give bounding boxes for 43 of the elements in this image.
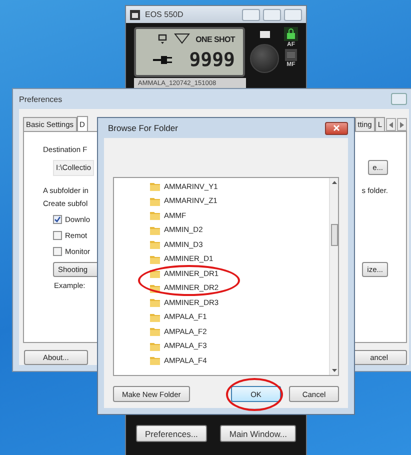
folder-icon [150, 355, 160, 366]
shutter-button[interactable] [250, 44, 279, 73]
folder-icon [150, 196, 160, 206]
folder-icon [150, 210, 160, 220]
minimize-button[interactable] [242, 8, 260, 20]
down-arrow-icon [332, 369, 336, 372]
close-icon [333, 125, 340, 131]
window-button[interactable]: Preferences... [136, 425, 207, 442]
annotation-ellipse [226, 378, 283, 411]
scroll-right-button[interactable] [397, 118, 407, 131]
checkbox[interactable] [53, 231, 62, 240]
maximize-button[interactable] [263, 8, 281, 20]
indicator-light [260, 31, 270, 38]
window-button[interactable]: Main Window... [220, 425, 296, 442]
af-mode: ONE SHOT [196, 34, 235, 44]
checkbox[interactable] [53, 215, 62, 224]
frame-icon [158, 34, 168, 44]
folder-icon [150, 326, 160, 336]
scrollbar[interactable] [329, 178, 338, 375]
lock-icon[interactable] [284, 27, 298, 41]
camera-icon [130, 10, 140, 20]
window-title: Preferences [19, 94, 62, 104]
scroll-left-button[interactable] [386, 118, 396, 131]
folder-icon [150, 181, 160, 192]
left-arrow-icon [389, 122, 393, 128]
folder-icon [150, 297, 160, 308]
folder-icon [150, 268, 160, 278]
shots-remaining: 9999 [189, 49, 235, 71]
up-arrow-icon [332, 181, 336, 184]
folder-icon [150, 254, 160, 264]
folder-icon [150, 224, 160, 235]
triangle-icon [174, 33, 190, 45]
window-title: EOS 550D [145, 10, 184, 19]
folder-icon [150, 340, 160, 351]
checkbox[interactable] [53, 247, 62, 256]
folder-icon [150, 312, 160, 322]
dialog-title: Browse For Folder [108, 123, 178, 133]
grip-icon [285, 49, 297, 61]
plug-icon [153, 55, 174, 65]
scroll-thumb[interactable] [330, 224, 338, 246]
close-button[interactable] [325, 122, 348, 134]
right-arrow-icon [400, 122, 404, 128]
folder-icon [150, 239, 160, 250]
